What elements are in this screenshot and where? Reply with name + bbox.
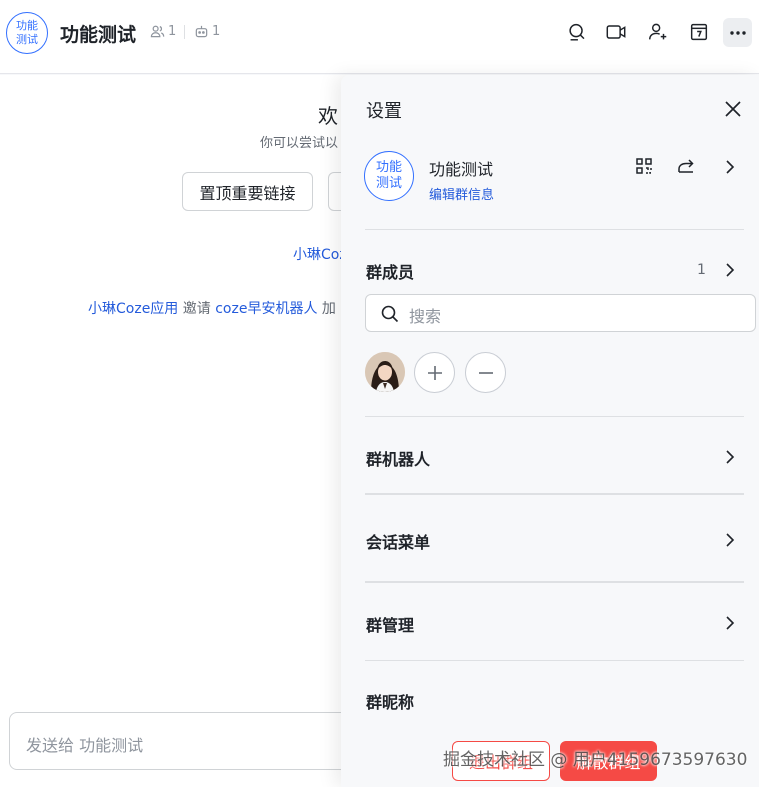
group-info-chevron-right-icon[interactable] — [721, 158, 739, 176]
invite-word: 邀请 — [182, 301, 211, 317]
chat-title[interactable]: 功能测试 — [60, 20, 136, 47]
close-icon[interactable] — [723, 99, 743, 119]
more-button[interactable] — [723, 18, 752, 47]
settings-group-name: 功能测试 — [429, 160, 494, 179]
members-icon — [150, 25, 165, 38]
session-menu-label[interactable]: 会话菜单 — [366, 529, 430, 553]
session-menu-chevron-right-icon[interactable] — [721, 531, 739, 549]
minus-icon — [478, 371, 493, 374]
group-manage-chevron-right-icon[interactable] — [721, 614, 739, 632]
qr-code-button[interactable] — [633, 155, 655, 177]
group-avatar-line1: 功能 — [16, 19, 38, 32]
share-icon — [678, 159, 694, 173]
system-message-2: 小琳Coze应用 邀请 coze早安机器人 加 — [88, 298, 336, 318]
meta-divider — [184, 25, 185, 39]
member-count[interactable]: 1 — [150, 24, 176, 39]
members-count: 1 — [697, 262, 706, 278]
search-icon — [381, 305, 399, 323]
group-bots-label[interactable]: 群机器人 — [366, 446, 430, 470]
video-call-button[interactable] — [604, 20, 628, 44]
share-button[interactable] — [675, 155, 697, 177]
divider — [365, 416, 744, 417]
members-chevron-right-icon[interactable] — [721, 261, 739, 279]
group-nickname-label: 群昵称 — [366, 693, 415, 712]
video-icon — [606, 25, 626, 39]
settings-avatar-line1: 功能 — [375, 160, 402, 175]
welcome-title: 欢 — [318, 104, 338, 128]
settings-panel: 设置 功能 测试 功能测试 编辑群信息 群成员 1 搜索 群机器人 会话菜单 群… — [341, 75, 759, 787]
search-placeholder: 搜索 — [409, 307, 442, 326]
pin-links-button[interactable]: 置顶重要链接 — [182, 172, 313, 211]
divider — [365, 493, 744, 495]
group-manage-label[interactable]: 群管理 — [366, 612, 414, 636]
settings-avatar-line2: 测试 — [375, 176, 402, 191]
inviter-link[interactable]: 小琳Coze应用 — [88, 301, 178, 317]
bot-count[interactable]: 1 — [194, 24, 220, 39]
invite-tail: 加 — [321, 301, 336, 317]
plus-icon — [427, 365, 442, 380]
settings-title: 设置 — [366, 101, 402, 122]
group-avatar[interactable]: 功能 测试 — [6, 12, 48, 54]
member-photo-icon — [365, 352, 405, 392]
add-member-button[interactable] — [646, 20, 670, 44]
divider — [365, 229, 744, 230]
divider — [365, 660, 744, 661]
system-message-1[interactable]: 小琳Coz — [293, 244, 347, 264]
group-avatar-line2: 测试 — [16, 33, 38, 46]
add-member-circle-button[interactable] — [414, 352, 455, 393]
welcome-subtitle: 你可以尝试以 — [260, 136, 339, 151]
members-label: 群成员 — [366, 263, 415, 282]
more-horizontal-icon — [729, 30, 746, 35]
watermark: 掘金技术社区 @ 用户4159673597630 — [443, 750, 748, 770]
chat-search-icon — [569, 23, 585, 41]
robot-icon — [195, 25, 208, 38]
settings-group-avatar[interactable]: 功能 测试 — [364, 151, 414, 201]
qr-code-icon — [636, 158, 652, 174]
member-search-input[interactable]: 搜索 — [365, 294, 756, 332]
add-user-icon — [649, 23, 667, 40]
member-avatar[interactable] — [365, 352, 405, 392]
message-input-placeholder: 发送给 功能测试 — [26, 736, 144, 755]
calendar-button[interactable] — [687, 20, 711, 44]
member-count-value: 1 — [168, 24, 177, 39]
group-bots-chevron-right-icon[interactable] — [721, 448, 739, 466]
search-chat-button[interactable] — [565, 20, 589, 44]
invitee-link[interactable]: coze早安机器人 — [215, 301, 317, 317]
divider — [365, 581, 744, 583]
chat-header: 功能 测试 功能测试 1 1 — [0, 0, 759, 74]
calendar-icon — [690, 23, 708, 41]
remove-member-circle-button[interactable] — [465, 352, 506, 393]
bot-count-value: 1 — [212, 24, 221, 39]
edit-group-info-link[interactable]: 编辑群信息 — [429, 184, 494, 203]
